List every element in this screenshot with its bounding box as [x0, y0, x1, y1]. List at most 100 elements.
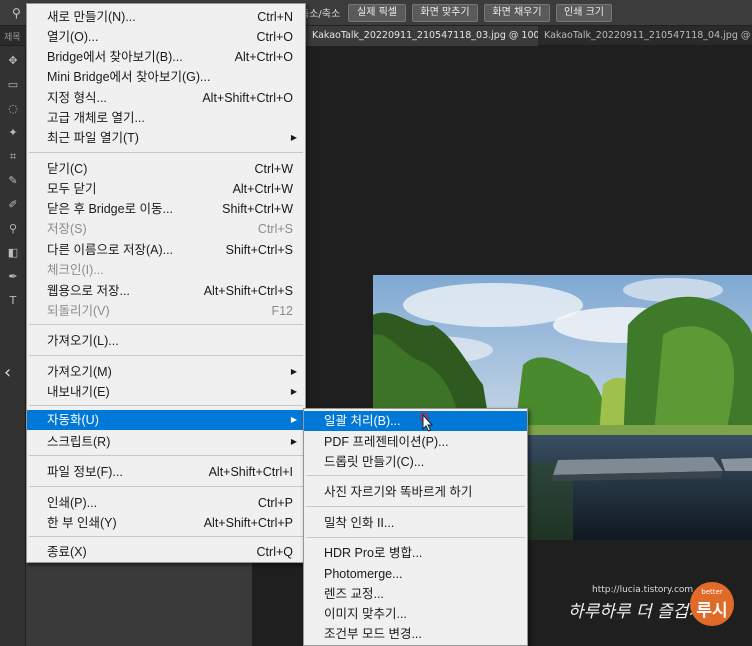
menu-item-check-in: 체크인(I)... — [27, 260, 305, 280]
blog-badge-logo: better 루시 — [690, 582, 734, 626]
lasso-tool-icon[interactable]: ◌ — [6, 102, 20, 116]
menu-item-conditional-mode[interactable]: 조건부 모드 변경... — [304, 624, 527, 644]
menu-item-shortcut: Ctrl+W — [254, 162, 293, 176]
eraser-tool-icon[interactable]: ◧ — [6, 246, 20, 260]
menu-item-label: 새로 만들기(N)... — [47, 10, 136, 24]
print-size-button[interactable]: 인쇄 크기 — [556, 4, 612, 22]
menu-item-label: Bridge에서 찾아보기(B)... — [47, 50, 183, 64]
menu-item-label: 파일 정보(F)... — [47, 465, 123, 479]
menu-item-pdf-presentation[interactable]: PDF 프레젠테이션(P)... — [304, 432, 527, 452]
menu-item-label: 되돌리기(V) — [47, 304, 110, 318]
submenu-arrow-icon: ▶ — [290, 367, 297, 376]
menu-item-hdr-pro[interactable]: HDR Pro로 병합... — [304, 543, 527, 563]
menu-item-label: 종료(X) — [47, 545, 87, 559]
menu-item-label: 체크인(I)... — [47, 263, 104, 277]
fit-screen-button[interactable]: 화면 맞추기 — [412, 4, 478, 22]
menu-item-open-as[interactable]: 지정 형식... Alt+Shift+Ctrl+O — [27, 88, 305, 108]
menu-item-shortcut: Ctrl+P — [257, 496, 293, 510]
badge-big-text: 루시 — [696, 601, 728, 621]
menu-item-shortcut: Ctrl+N — [257, 10, 293, 24]
menu-item-import[interactable]: 가져오기(M) ▶ — [27, 362, 305, 382]
menu-item-label: 일괄 처리(B)... — [324, 414, 401, 428]
menu-separator — [29, 455, 303, 456]
actual-pixels-button[interactable]: 실제 픽셀 — [348, 4, 406, 22]
menu-item-shortcut: Ctrl+S — [257, 222, 293, 236]
menu-item-shortcut: Ctrl+O — [256, 30, 293, 44]
watermark-tagline: 하루하루 더 즐겁게 — [568, 602, 704, 622]
tab-other-document[interactable]: KakaoTalk_20220911_210547118_04.jpg @ 10… — [538, 26, 752, 46]
menu-item-crop-straighten[interactable]: 사진 자르기와 똑바르게 하기 — [304, 482, 527, 502]
menu-item-shortcut: F12 — [271, 304, 293, 318]
menu-item-label: 밀착 인화 II... — [324, 516, 395, 530]
pen-tool-icon[interactable]: ✒ — [6, 270, 20, 284]
menu-item-label: 내보내기(E) — [47, 385, 110, 399]
menu-item-label: 웹용으로 저장... — [47, 284, 130, 298]
menu-item-label: 조건부 모드 변경... — [324, 627, 422, 641]
menu-item-new[interactable]: 새로 만들기(N)... Ctrl+N — [27, 7, 305, 27]
menu-item-create-droplet[interactable]: 드롭릿 만들기(C)... — [304, 452, 527, 472]
menu-item-contact-sheet[interactable]: 밀착 인화 II... — [304, 513, 527, 533]
menu-item-label: 가져오기(L)... — [47, 334, 119, 348]
menu-item-label: Photomerge... — [324, 567, 403, 581]
menu-item-export[interactable]: 내보내기(E) ▶ — [27, 382, 305, 402]
menu-item-label: 스크립트(R) — [47, 435, 111, 449]
type-tool-icon[interactable]: T — [6, 294, 20, 308]
menu-item-label: 인쇄(P)... — [47, 496, 98, 510]
menu-item-batch[interactable]: 일괄 처리(B)... — [304, 411, 527, 431]
mouse-cursor-icon — [420, 413, 434, 432]
tab-active-label: KakaoTalk_20220911_210547118_03.jpg @ 10… — [312, 30, 538, 41]
menu-item-label: HDR Pro로 병합... — [324, 546, 423, 560]
menu-item-open-smart-object[interactable]: 고급 개체로 열기... — [27, 108, 305, 128]
menu-item-scripts[interactable]: 스크립트(R) ▶ — [27, 432, 305, 452]
menu-item-print[interactable]: 인쇄(P)... Ctrl+P — [27, 493, 305, 513]
menu-item-save-for-web[interactable]: 웹용으로 저장... Alt+Shift+Ctrl+S — [27, 281, 305, 301]
menu-item-label: 저장(S) — [47, 222, 87, 236]
menu-separator — [29, 405, 303, 406]
menu-item-save-as[interactable]: 다른 이름으로 저장(A)... Shift+Ctrl+S — [27, 240, 305, 260]
eyedropper-tool-icon[interactable]: ✎ — [6, 174, 20, 188]
tab-other-label: KakaoTalk_20220911_210547118_04.jpg @ 10… — [544, 30, 752, 41]
move-tool-icon[interactable]: ✥ — [6, 54, 20, 68]
menu-item-recent-files[interactable]: 최근 파일 열기(T) ▶ — [27, 128, 305, 148]
menu-item-shortcut: Alt+Shift+Ctrl+I — [208, 465, 293, 479]
fill-screen-button[interactable]: 화면 채우기 — [484, 4, 550, 22]
menu-item-file-info[interactable]: 파일 정보(F)... Alt+Shift+Ctrl+I — [27, 462, 305, 482]
menu-item-photomerge[interactable]: Photomerge... — [304, 564, 527, 584]
menu-item-label: Mini Bridge에서 찾아보기(G)... — [47, 70, 211, 84]
stamp-tool-icon[interactable]: ⚲ — [6, 222, 20, 236]
marquee-tool-icon[interactable]: ▭ — [6, 78, 20, 92]
file-menu: 새로 만들기(N)... Ctrl+N 열기(O)... Ctrl+O Brid… — [26, 3, 306, 563]
menu-item-label: 다른 이름으로 저장(A)... — [47, 243, 174, 257]
menu-item-label: 한 부 인쇄(Y) — [47, 516, 117, 530]
menu-item-print-one-copy[interactable]: 한 부 인쇄(Y) Alt+Shift+Ctrl+P — [27, 513, 305, 533]
menu-item-open[interactable]: 열기(O)... Ctrl+O — [27, 27, 305, 47]
menu-item-exit[interactable]: 종료(X) Ctrl+Q — [27, 542, 305, 562]
menu-item-label: 이미지 맞추기... — [324, 607, 407, 621]
menu-item-label: 드롭릿 만들기(C)... — [324, 455, 425, 469]
menu-item-close-go-bridge[interactable]: 닫은 후 Bridge로 이동... Shift+Ctrl+W — [27, 199, 305, 219]
submenu-arrow-icon: ▶ — [290, 133, 297, 142]
tab-active-document[interactable]: KakaoTalk_20220911_210547118_03.jpg @ 10… — [306, 26, 538, 46]
menu-item-close[interactable]: 닫기(C) Ctrl+W — [27, 159, 305, 179]
menu-item-shortcut: Shift+Ctrl+S — [225, 243, 293, 257]
brush-tool-icon[interactable]: ✐ — [6, 198, 20, 212]
menu-item-lens-correction[interactable]: 렌즈 교정... — [304, 584, 527, 604]
menu-item-browse-mini-bridge[interactable]: Mini Bridge에서 찾아보기(G)... — [27, 67, 305, 87]
wand-tool-icon[interactable]: ✦ — [6, 126, 20, 140]
menu-separator — [29, 486, 303, 487]
menu-item-fit-image[interactable]: 이미지 맞추기... — [304, 604, 527, 624]
menu-item-shortcut: Ctrl+Q — [256, 545, 293, 559]
menu-item-shortcut: Shift+Ctrl+W — [222, 202, 293, 216]
menu-item-automate[interactable]: 자동화(U) ▶ — [27, 410, 305, 430]
menu-item-label: 사진 자르기와 똑바르게 하기 — [324, 485, 473, 499]
tools-panel: ✥ ▭ ◌ ✦ ⌗ ✎ ✐ ⚲ ◧ ✒ T — [0, 46, 26, 646]
magnifier-icon[interactable]: ⚲ — [12, 6, 26, 20]
menu-separator — [29, 152, 303, 153]
crop-tool-icon[interactable]: ⌗ — [6, 150, 20, 164]
chevron-left-icon[interactable]: ‹ — [4, 362, 11, 383]
menu-item-browse-bridge[interactable]: Bridge에서 찾아보기(B)... Alt+Ctrl+O — [27, 47, 305, 67]
menu-item-place[interactable]: 가져오기(L)... — [27, 331, 305, 351]
menu-item-close-all[interactable]: 모두 닫기 Alt+Ctrl+W — [27, 179, 305, 199]
menu-item-label: 최근 파일 열기(T) — [47, 131, 139, 145]
menu-item-label: 닫기(C) — [47, 162, 88, 176]
